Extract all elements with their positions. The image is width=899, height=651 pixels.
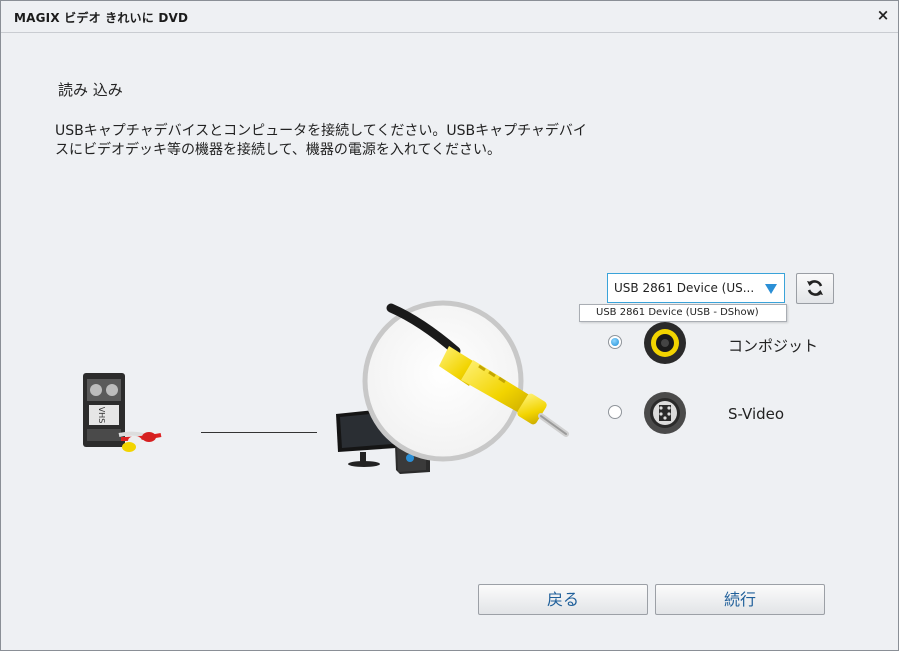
svideo-connector-icon <box>644 392 686 434</box>
page-heading: 読み 込み <box>58 81 123 99</box>
continue-button[interactable]: 続行 <box>655 584 825 615</box>
composite-label[interactable]: コンポジット <box>728 335 818 356</box>
back-button[interactable]: 戻る <box>478 584 648 615</box>
composite-radio[interactable] <box>608 335 622 349</box>
window-title: MAGIX ビデオ きれいに DVD <box>14 11 189 25</box>
refresh-button[interactable] <box>796 273 834 304</box>
rca-cable-illustration <box>362 300 569 462</box>
svg-text:VHS: VHS <box>97 407 106 424</box>
refresh-icon <box>807 280 823 296</box>
svideo-radio[interactable] <box>608 405 622 419</box>
title-bar: MAGIX ビデオ きれいに DVD × <box>1 1 898 33</box>
device-option[interactable]: USB 2861 Device (USB - DShow) <box>596 307 759 318</box>
close-button[interactable]: × <box>874 6 892 24</box>
dropdown-arrow-icon[interactable] <box>765 284 777 294</box>
dialog-window: MAGIX ビデオ きれいに DVD × 読み 込み USBキャプチャデバイスと… <box>0 0 899 651</box>
composite-connector-icon <box>644 322 686 364</box>
device-dropdown-list: USB 2861 Device (USB - DShow) <box>579 304 787 322</box>
connection-line <box>201 432 317 433</box>
instructions-text: USBキャプチャデバイスとコンピュータを接続してください。USBキャプチャデバイ… <box>55 122 675 160</box>
svideo-label[interactable]: S-Video <box>728 405 784 423</box>
instructions-line-2: スにビデオデッキ等の機器を接続して、機器の電源を入れてください。 <box>55 142 502 158</box>
device-select[interactable]: USB 2861 Device (US... <box>607 273 785 303</box>
instructions-line-1: USBキャプチャデバイスとコンピュータを接続してください。USBキャプチャデバイ <box>55 123 587 139</box>
device-select-value: USB 2861 Device (US... <box>614 281 755 295</box>
vcr-tape-icon: VHS <box>83 373 162 452</box>
